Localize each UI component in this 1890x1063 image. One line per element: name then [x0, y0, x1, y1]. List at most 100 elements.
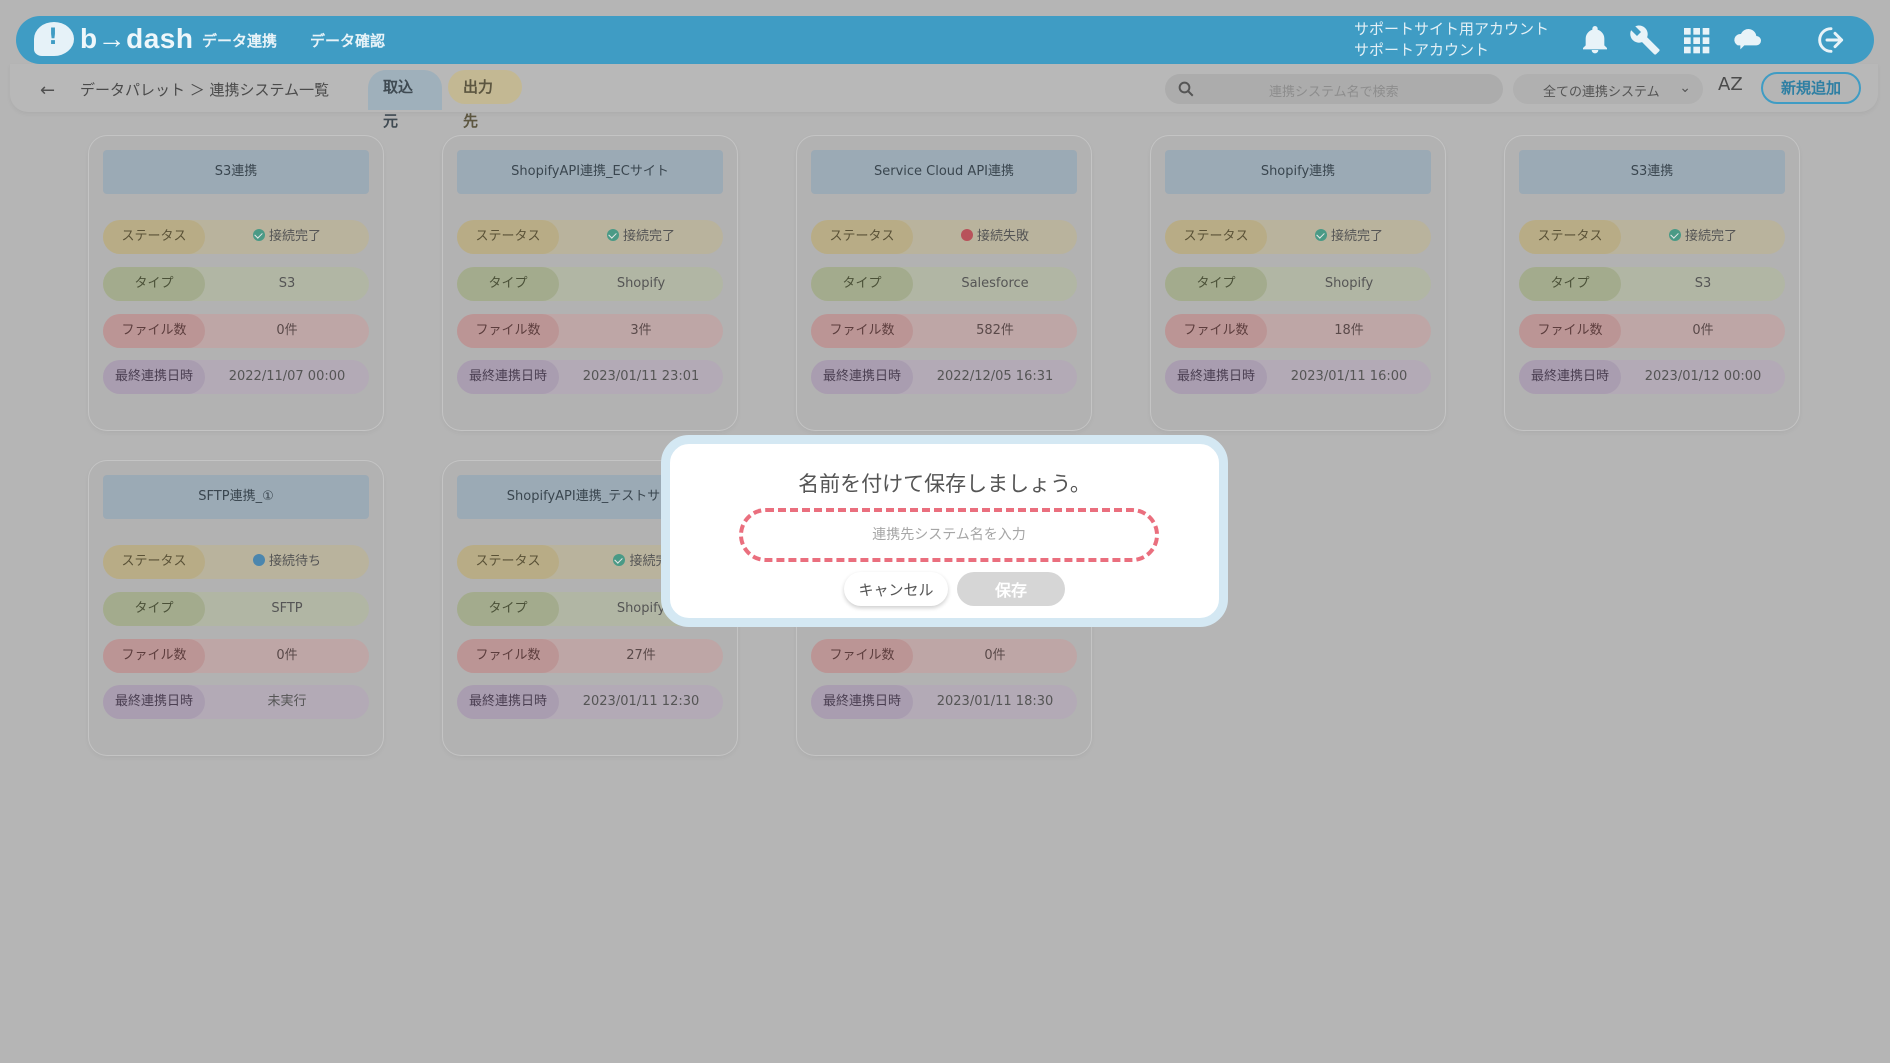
- add-new-button[interactable]: 新規追加: [1761, 72, 1861, 104]
- logo[interactable]: b→dash: [34, 22, 193, 56]
- date-value: 2023/01/11 16:00: [1290, 369, 1408, 384]
- grid-icon[interactable]: [1680, 24, 1712, 56]
- date-row: 最終連携日時 2023/01/11 18:30: [811, 685, 1077, 719]
- date-label: 最終連携日時: [457, 685, 559, 719]
- system-card[interactable]: ShopifyAPI連携_ECサイト ステータス 接続完了 タイプ Shopify …: [443, 136, 737, 430]
- status-value: 接続失敗: [913, 220, 1077, 254]
- check-circle-icon: [252, 229, 265, 241]
- status-row: ステータス 接続失敗: [811, 220, 1077, 254]
- type-row: タイプ Shopify: [1165, 267, 1431, 301]
- date-row: 最終連携日時 未実行: [103, 685, 369, 719]
- date-value: 2023/01/11 12:30: [582, 694, 700, 709]
- type-label: タイプ: [457, 592, 559, 626]
- files-value: 582件: [976, 323, 1014, 338]
- filter-selected-value: 全ての連携システム: [1543, 85, 1660, 100]
- card-title: S3連携: [103, 150, 369, 194]
- date-value: 2022/11/07 00:00: [228, 369, 346, 384]
- status-label: ステータス: [811, 220, 913, 254]
- type-row: タイプ SFTP: [103, 592, 369, 626]
- date-value: 未実行: [267, 694, 307, 709]
- nav-data-link[interactable]: データ連携: [202, 30, 277, 51]
- files-value: 18件: [1334, 323, 1364, 338]
- files-label: ファイル数: [1165, 314, 1267, 348]
- status-row: ステータス 接続完了: [1519, 220, 1785, 254]
- date-label: 最終連携日時: [1519, 360, 1621, 394]
- files-row: ファイル数 0件: [1519, 314, 1785, 348]
- search-placeholder: 連携システム名で検索: [1269, 85, 1399, 100]
- bell-icon[interactable]: [1579, 24, 1611, 56]
- type-label: タイプ: [1519, 267, 1621, 301]
- status-value: 接続完了: [1621, 220, 1785, 254]
- files-label: ファイル数: [103, 639, 205, 673]
- date-label: 最終連携日時: [1165, 360, 1267, 394]
- system-name-input[interactable]: [739, 508, 1159, 562]
- type-label: タイプ: [457, 267, 559, 301]
- dialog-title: 名前を付けて保存しましょう。: [798, 472, 1091, 496]
- status-row: ステータス 接続完了: [1165, 220, 1431, 254]
- type-label: タイプ: [103, 267, 205, 301]
- logo-text: b→dash: [80, 23, 194, 54]
- type-row: タイプ S3: [103, 267, 369, 301]
- wrench-icon[interactable]: [1629, 24, 1661, 56]
- system-card[interactable]: SFTP連携_① ステータス 接続待ち タイプ SFTP ファイル数 0件 最終連携日…: [89, 461, 383, 755]
- date-label: 最終連携日時: [103, 685, 205, 719]
- search-box[interactable]: 連携システム名で検索: [1165, 74, 1503, 104]
- type-label: タイプ: [811, 267, 913, 301]
- account-site: サポートサイト用アカウント: [1354, 20, 1550, 38]
- date-label: 最終連携日時: [457, 360, 559, 394]
- back-arrow-icon[interactable]: ←: [40, 80, 55, 101]
- card-title: Service Cloud API連携: [811, 150, 1077, 194]
- type-label: タイプ: [1165, 267, 1267, 301]
- chat-cloud-icon[interactable]: [1731, 24, 1763, 56]
- files-row: ファイル数 0件: [103, 314, 369, 348]
- type-value: S3: [1694, 276, 1712, 291]
- files-value: 0件: [276, 323, 298, 338]
- status-label: ステータス: [1519, 220, 1621, 254]
- type-row: タイプ Shopify: [457, 267, 723, 301]
- nav-data-check[interactable]: データ確認: [310, 30, 385, 51]
- type-value: Shopify: [616, 276, 666, 291]
- files-row: ファイル数 0件: [811, 639, 1077, 673]
- system-card[interactable]: Shopify連携 ステータス 接続完了 タイプ Shopify ファイル数 18件 …: [1151, 136, 1445, 430]
- date-value: 2023/01/11 23:01: [582, 369, 700, 384]
- cancel-button[interactable]: キャンセル: [844, 572, 948, 606]
- type-value: S3: [278, 276, 296, 291]
- date-value: 2023/01/12 00:00: [1644, 369, 1762, 384]
- error-circle-icon: [960, 229, 973, 241]
- system-card[interactable]: S3連携 ステータス 接続完了 タイプ S3 ファイル数 0件 最終連携日時 2022/…: [89, 136, 383, 430]
- files-label: ファイル数: [457, 639, 559, 673]
- status-value: 接続待ち: [205, 545, 369, 579]
- date-row: 最終連携日時 2023/01/11 23:01: [457, 360, 723, 394]
- system-card[interactable]: Service Cloud API連携 ステータス 接続失敗 タイプ Salesfo…: [797, 136, 1091, 430]
- tab-import-source[interactable]: 取込元: [368, 70, 442, 130]
- check-circle-icon: [1668, 229, 1681, 241]
- type-row: タイプ Salesforce: [811, 267, 1077, 301]
- system-filter-select[interactable]: 全ての連携システム ⌄: [1513, 74, 1703, 104]
- date-row: 最終連携日時 2023/01/11 16:00: [1165, 360, 1431, 394]
- card-title: Shopify連携: [1165, 150, 1431, 194]
- files-row: ファイル数 0件: [103, 639, 369, 673]
- system-card[interactable]: S3連携 ステータス 接続完了 タイプ S3 ファイル数 0件 最終連携日時 2023/…: [1505, 136, 1799, 430]
- date-row: 最終連携日時 2022/12/05 16:31: [811, 360, 1077, 394]
- check-circle-icon: [606, 229, 619, 241]
- type-row: タイプ S3: [1519, 267, 1785, 301]
- status-label: ステータス: [457, 545, 559, 579]
- status-label: ステータス: [457, 220, 559, 254]
- status-row: ステータス 接続完了: [457, 220, 723, 254]
- breadcrumb: データパレット ＞ 連携システム一覧: [80, 81, 330, 99]
- chevron-down-icon: ⌄: [1679, 80, 1691, 96]
- files-row: ファイル数 18件: [1165, 314, 1431, 348]
- logout-icon[interactable]: [1815, 24, 1847, 56]
- date-row: 最終連携日時 2022/11/07 00:00: [103, 360, 369, 394]
- files-row: ファイル数 582件: [811, 314, 1077, 348]
- sort-az-icon[interactable]: AZ: [1718, 74, 1743, 95]
- date-value: 2023/01/11 18:30: [936, 694, 1054, 709]
- account-info[interactable]: サポートサイト用アカウント サポートアカウント: [1354, 19, 1549, 61]
- tab-output-target[interactable]: 出力先: [448, 70, 522, 130]
- save-button[interactable]: 保存: [957, 572, 1065, 606]
- files-value: 27件: [626, 648, 656, 663]
- type-value: SFTP: [271, 601, 303, 616]
- date-row: 最終連携日時 2023/01/12 00:00: [1519, 360, 1785, 394]
- status-value: 接続完了: [559, 220, 723, 254]
- files-value: 0件: [984, 648, 1006, 663]
